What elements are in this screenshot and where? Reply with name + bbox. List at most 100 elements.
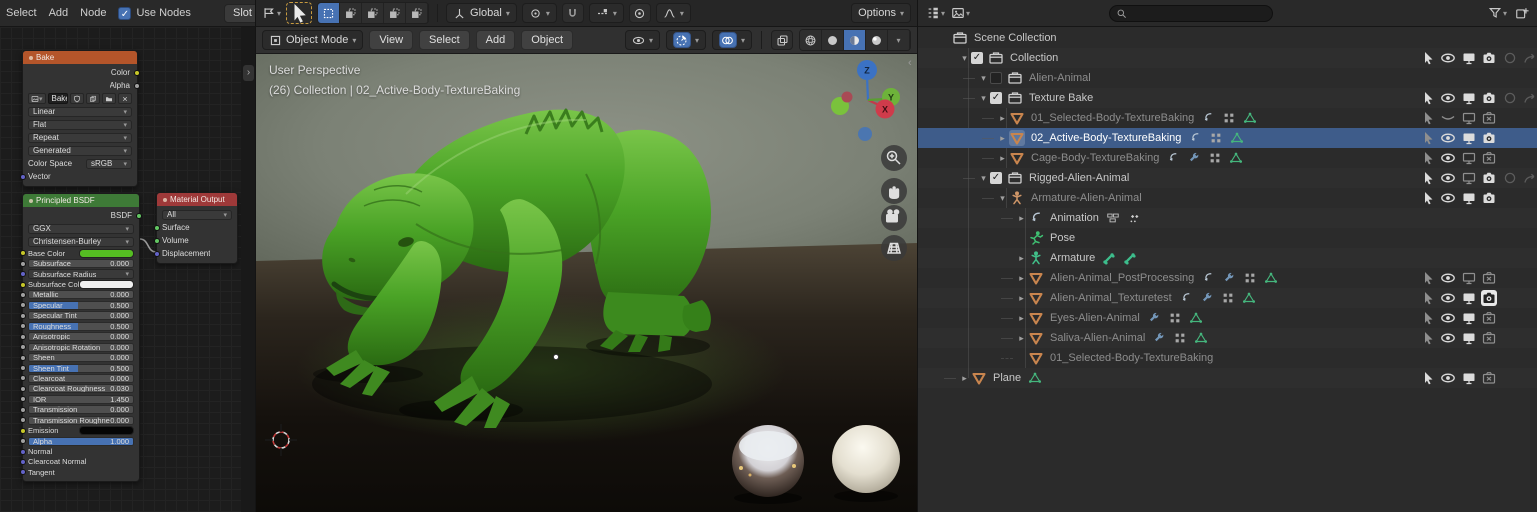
indirect-toggle[interactable] — [1522, 50, 1537, 66]
eye-toggle[interactable] — [1440, 270, 1456, 286]
camera-x-toggle[interactable] — [1481, 270, 1497, 286]
eye-toggle[interactable] — [1440, 290, 1456, 306]
outliner-row[interactable]: ▾ ✓ Collection — [918, 48, 1537, 68]
disclosure-triangle[interactable]: ▾ — [996, 193, 1009, 204]
cursor-toggle[interactable] — [1420, 190, 1436, 206]
outliner-row[interactable]: ▸ Cage-Body-TextureBaking — [918, 148, 1537, 168]
select-mode-extend[interactable] — [340, 3, 363, 23]
node-socket[interactable] — [154, 237, 160, 244]
node-socket[interactable] — [20, 417, 26, 424]
color-swatch[interactable] — [78, 426, 134, 436]
cursor-toggle[interactable] — [1420, 110, 1436, 126]
holdout-toggle[interactable] — [1502, 50, 1518, 66]
disclosure-triangle[interactable]: ▸ — [1015, 213, 1028, 224]
outliner-row[interactable]: ▸ Armature — [918, 248, 1537, 268]
shading-wireframe[interactable] — [800, 30, 822, 50]
monitor-off-toggle[interactable] — [1461, 170, 1477, 186]
outliner-row[interactable]: ▾ ✓ Texture Bake — [918, 88, 1537, 108]
menu-object[interactable]: Object — [521, 30, 573, 50]
value-slider[interactable]: Alpha 1.000 — [28, 436, 134, 446]
holdout-toggle[interactable] — [1502, 170, 1518, 186]
node-header[interactable]: Material Output — [157, 193, 237, 206]
gizmo-z-neg[interactable] — [858, 127, 872, 141]
node-socket[interactable] — [20, 173, 26, 180]
eye-toggle[interactable] — [1440, 130, 1456, 146]
shader-node-canvas[interactable]: Bake Color Alpha ▾ Bake Linear ▾ Flat ▾ Repeat ▾ Ge… — [0, 27, 242, 512]
disclosure-triangle[interactable]: ▾ — [977, 93, 990, 104]
outliner-row[interactable]: ▸01_Selected-Body-TextureBaking — [918, 108, 1537, 128]
node-socket[interactable] — [20, 375, 26, 382]
transform-orientation-dropdown[interactable]: Global ▾ — [446, 3, 517, 23]
disclosure-triangle[interactable]: ▸ — [1015, 333, 1028, 344]
viewport-canvas[interactable]: Z Y X ‹ User Perspective (26) Collection — [256, 54, 917, 512]
node-dropdown[interactable]: Subsurface Radius ▾ — [28, 269, 134, 280]
cursor-toggle[interactable] — [1420, 170, 1436, 186]
outliner-row[interactable]: ▸ Saliva-Alien-Animal — [918, 328, 1537, 348]
monitor-off-toggle[interactable] — [1461, 270, 1477, 286]
node-socket[interactable] — [20, 312, 26, 319]
node-dropdown[interactable]: Repeat ▾ — [28, 132, 132, 143]
value-slider[interactable]: Clearcoat Roughness 0.030 — [28, 384, 134, 394]
color-swatch[interactable] — [78, 280, 134, 290]
eye-toggle[interactable] — [1440, 310, 1456, 326]
image-browse-dropdown[interactable]: ▾ — [28, 93, 46, 104]
disclosure-triangle[interactable]: ▸ — [996, 133, 1009, 144]
camera-toggle[interactable] — [1481, 130, 1497, 146]
node-socket[interactable] — [20, 427, 26, 434]
slot-selector[interactable]: Slot — [224, 4, 255, 23]
value-slider[interactable]: Specular Tint 0.000 — [28, 311, 134, 321]
eye-toggle[interactable] — [1440, 190, 1456, 206]
options-dropdown[interactable]: Options ▾ — [851, 3, 911, 23]
disclosure-triangle[interactable]: ▸ — [996, 153, 1009, 164]
holdout-toggle[interactable] — [1502, 90, 1518, 106]
menu-add[interactable]: Add — [49, 7, 69, 19]
node-socket[interactable] — [20, 385, 26, 392]
monitor-off-toggle[interactable] — [1461, 150, 1477, 166]
camera-x-toggle[interactable] — [1481, 330, 1497, 346]
node-socket[interactable] — [20, 271, 26, 278]
disclosure-triangle[interactable]: ▸ — [958, 373, 971, 384]
disclosure-triangle[interactable]: ▾ — [958, 53, 971, 64]
indirect-toggle[interactable] — [1522, 170, 1537, 186]
disclosure-triangle[interactable]: ▾ — [977, 73, 990, 84]
gizmo-x-neg[interactable] — [841, 91, 853, 103]
cursor-toggle[interactable] — [1420, 310, 1436, 326]
node-socket[interactable] — [20, 354, 26, 361]
value-slider[interactable]: Metallic 0.000 — [28, 290, 134, 300]
panel-expand-chevron[interactable]: › — [243, 65, 254, 81]
node-socket[interactable] — [20, 438, 26, 445]
xray-toggle[interactable] — [771, 30, 793, 50]
monitor-toggle[interactable] — [1461, 190, 1477, 206]
outliner-row[interactable]: ▾ Alien-Animal — [918, 68, 1537, 88]
monitor-toggle[interactable] — [1461, 370, 1477, 386]
select-mode-intersect[interactable] — [406, 3, 429, 23]
node-socket[interactable] — [136, 212, 142, 219]
new-collection-button[interactable] — [1515, 6, 1529, 20]
select-mode-set[interactable] — [318, 3, 341, 23]
cursor-toggle[interactable] — [1420, 370, 1436, 386]
cursor-toggle[interactable] — [1420, 50, 1436, 66]
value-slider[interactable]: Subsurface 0.000 — [28, 259, 134, 269]
outliner-row[interactable]: ▸ Eyes-Alien-Animal — [918, 308, 1537, 328]
eye-toggle[interactable] — [1440, 330, 1456, 346]
node-socket[interactable] — [134, 69, 140, 76]
outliner-row[interactable]: ▸01_Selected-Body-TextureBaking — [918, 348, 1537, 368]
outliner-search[interactable] — [1109, 5, 1273, 22]
mode-dropdown[interactable]: Object Mode ▾ — [262, 30, 364, 50]
node-dropdown[interactable]: Flat ▾ — [28, 119, 132, 130]
ortho-toggle-button[interactable] — [881, 235, 907, 261]
node-dropdown[interactable]: All ▾ — [162, 209, 232, 220]
eye-toggle[interactable] — [1440, 150, 1456, 166]
camera-x-toggle[interactable] — [1481, 110, 1497, 126]
monitor-toggle[interactable] — [1461, 310, 1477, 326]
n-panel-chevron[interactable]: ‹ — [908, 57, 912, 69]
open-image-button[interactable] — [102, 93, 116, 104]
shader-node-output[interactable]: Material Output All ▾ Surface Volume Displace… — [154, 192, 238, 264]
disclosure-triangle[interactable]: ▸ — [1015, 273, 1028, 284]
pivot-point-dropdown[interactable]: ▾ — [521, 3, 557, 23]
node-socket[interactable] — [154, 224, 160, 231]
shading-rendered[interactable] — [866, 30, 888, 50]
outliner-row[interactable]: ▸Pose — [918, 228, 1537, 248]
node-socket[interactable] — [20, 302, 26, 309]
image-name-field[interactable]: Bake — [47, 93, 68, 104]
